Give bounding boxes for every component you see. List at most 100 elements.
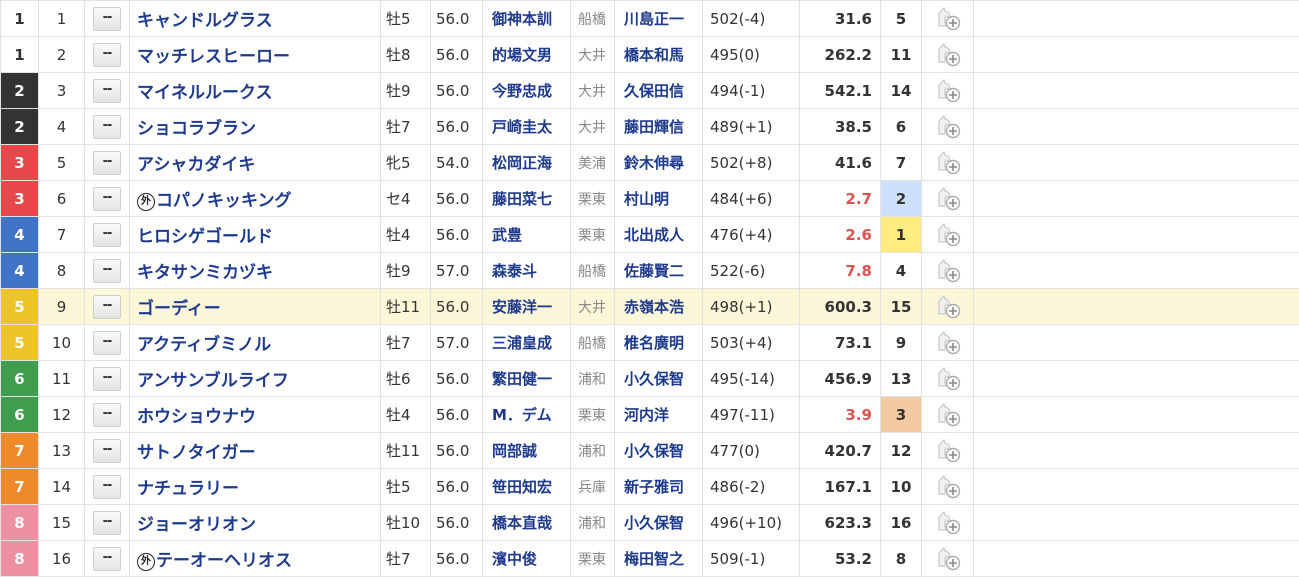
horse-add-favorite-icon[interactable] bbox=[934, 222, 962, 248]
trainer-link[interactable]: 藤田輝信 bbox=[614, 108, 703, 145]
horse-name-link[interactable]: アシャカダイキ bbox=[137, 155, 255, 175]
trainer-link[interactable]: 椎名廣明 bbox=[614, 324, 703, 361]
horse-add-favorite-icon[interactable] bbox=[934, 294, 962, 320]
horse-add-favorite-icon[interactable] bbox=[934, 366, 962, 392]
trainer-link[interactable]: 小久保智 bbox=[614, 504, 703, 541]
mark-select-button[interactable]: -- bbox=[93, 259, 121, 283]
horse-name-link[interactable]: マッチレスヒーロー bbox=[137, 47, 290, 67]
jockey-link[interactable]: M．デム bbox=[482, 396, 571, 433]
jockey-link[interactable]: 笹田知宏 bbox=[482, 468, 571, 505]
mark-select-button[interactable]: -- bbox=[93, 403, 121, 427]
sex-age: 牡6 bbox=[380, 360, 431, 397]
horse-add-favorite-icon[interactable] bbox=[934, 258, 962, 284]
trainer-link[interactable]: 赤嶺本浩 bbox=[614, 288, 703, 325]
favorite-cell bbox=[921, 432, 974, 469]
horse-number: 4 bbox=[38, 108, 85, 145]
waku-number: 4 bbox=[0, 252, 39, 289]
jockey-link[interactable]: 橋本直哉 bbox=[482, 504, 571, 541]
mark-select-button[interactable]: -- bbox=[93, 511, 121, 535]
body-weight: 477(0) bbox=[702, 432, 800, 469]
horse-name-link[interactable]: ホウショウナウ bbox=[137, 407, 256, 427]
jockey-link[interactable]: 松岡正海 bbox=[482, 144, 571, 181]
horse-name-link[interactable]: ショコラブラン bbox=[137, 119, 256, 139]
horse-add-favorite-icon[interactable] bbox=[934, 438, 962, 464]
body-weight: 503(+4) bbox=[702, 324, 800, 361]
horse-name-link[interactable]: ゴーディー bbox=[137, 299, 221, 319]
horse-number: 9 bbox=[38, 288, 85, 325]
trainer-link[interactable]: 村山明 bbox=[614, 180, 703, 217]
mark-select-button[interactable]: -- bbox=[93, 439, 121, 463]
jockey-link[interactable]: 安藤洋一 bbox=[482, 288, 571, 325]
horse-add-favorite-icon[interactable] bbox=[934, 186, 962, 212]
horse-add-favorite-icon[interactable] bbox=[934, 510, 962, 536]
jockey-link[interactable]: 藤田菜七 bbox=[482, 180, 571, 217]
mark-select-button[interactable]: -- bbox=[93, 295, 121, 319]
horse-name-link[interactable]: アクティブミノル bbox=[137, 335, 271, 355]
trainer-link[interactable]: 北出成人 bbox=[614, 216, 703, 253]
spacer-cell bbox=[973, 288, 1299, 325]
jockey-link[interactable]: 三浦皇成 bbox=[482, 324, 571, 361]
carried-weight: 56.0 bbox=[430, 36, 483, 73]
trainer-link[interactable]: 小久保智 bbox=[614, 432, 703, 469]
horse-add-favorite-icon[interactable] bbox=[934, 402, 962, 428]
horse-add-favorite-icon[interactable] bbox=[934, 78, 962, 104]
mark-select-button[interactable]: -- bbox=[93, 115, 121, 139]
sex-age: 牡5 bbox=[380, 468, 431, 505]
horse-add-favorite-icon[interactable] bbox=[934, 546, 962, 572]
mark-select-button[interactable]: -- bbox=[93, 367, 121, 391]
mark-select-button[interactable]: -- bbox=[93, 7, 121, 31]
mark-select-button[interactable]: -- bbox=[93, 79, 121, 103]
horse-number: 2 bbox=[38, 36, 85, 73]
jockey-link[interactable]: 武豊 bbox=[482, 216, 571, 253]
horse-name-link[interactable]: アンサンブルライフ bbox=[137, 371, 289, 391]
jockey-link[interactable]: 御神本訓 bbox=[482, 0, 571, 37]
mark-select-button[interactable]: -- bbox=[93, 547, 121, 571]
jockey-link[interactable]: 戸崎圭太 bbox=[482, 108, 571, 145]
horse-name-cell: キャンドルグラス bbox=[129, 0, 381, 37]
sex-age: 牡11 bbox=[380, 432, 431, 469]
jockey-link[interactable]: 今野忠成 bbox=[482, 72, 571, 109]
horse-name-link[interactable]: ジョーオリオン bbox=[137, 515, 256, 535]
jockey-link[interactable]: 繁田健一 bbox=[482, 360, 571, 397]
horse-name-link[interactable]: テーオーヘリオス bbox=[156, 551, 292, 571]
horse-name-link[interactable]: ナチュラリー bbox=[137, 479, 239, 499]
carried-weight: 56.0 bbox=[430, 504, 483, 541]
mark-select-button[interactable]: -- bbox=[93, 43, 121, 67]
body-weight: 522(-6) bbox=[702, 252, 800, 289]
horse-add-favorite-icon[interactable] bbox=[934, 330, 962, 356]
horse-add-favorite-icon[interactable] bbox=[934, 6, 962, 32]
table-row: 4 8 -- キタサンミカヅキ 牡9 57.0 森泰斗 船橋 佐藤賢二 522(… bbox=[0, 252, 1299, 289]
trainer-link[interactable]: 新子雅司 bbox=[614, 468, 703, 505]
waku-number: 4 bbox=[0, 216, 39, 253]
horse-name-link[interactable]: サトノタイガー bbox=[137, 443, 256, 463]
trainer-link[interactable]: 佐藤賢二 bbox=[614, 252, 703, 289]
trainer-link[interactable]: 小久保智 bbox=[614, 360, 703, 397]
horse-name-link[interactable]: キタサンミカヅキ bbox=[137, 263, 273, 283]
trainer-link[interactable]: 河内洋 bbox=[614, 396, 703, 433]
trainer-link[interactable]: 橋本和馬 bbox=[614, 36, 703, 73]
mark-select-button[interactable]: -- bbox=[93, 151, 121, 175]
trainer-link[interactable]: 梅田智之 bbox=[614, 540, 703, 577]
horse-add-favorite-icon[interactable] bbox=[934, 150, 962, 176]
mark-select-button[interactable]: -- bbox=[93, 187, 121, 211]
trainer-link[interactable]: 川島正一 bbox=[614, 0, 703, 37]
horse-name-link[interactable]: マイネルルークス bbox=[137, 83, 273, 103]
horse-add-favorite-icon[interactable] bbox=[934, 42, 962, 68]
horse-add-favorite-icon[interactable] bbox=[934, 114, 962, 140]
jockey-link[interactable]: 濱中俊 bbox=[482, 540, 571, 577]
horse-name-link[interactable]: キャンドルグラス bbox=[137, 11, 273, 31]
popularity-rank: 13 bbox=[880, 360, 922, 397]
stable-affiliation: 兵庫 bbox=[570, 468, 615, 505]
horse-name-link[interactable]: コパノキッキング bbox=[156, 191, 292, 211]
jockey-link[interactable]: 的場文男 bbox=[482, 36, 571, 73]
win-odds: 167.1 bbox=[799, 468, 881, 505]
jockey-link[interactable]: 森泰斗 bbox=[482, 252, 571, 289]
horse-name-link[interactable]: ヒロシゲゴールド bbox=[137, 227, 273, 247]
mark-select-button[interactable]: -- bbox=[93, 331, 121, 355]
trainer-link[interactable]: 久保田信 bbox=[614, 72, 703, 109]
mark-select-button[interactable]: -- bbox=[93, 223, 121, 247]
jockey-link[interactable]: 岡部誠 bbox=[482, 432, 571, 469]
mark-select-button[interactable]: -- bbox=[93, 475, 121, 499]
trainer-link[interactable]: 鈴木伸尋 bbox=[614, 144, 703, 181]
horse-add-favorite-icon[interactable] bbox=[934, 474, 962, 500]
